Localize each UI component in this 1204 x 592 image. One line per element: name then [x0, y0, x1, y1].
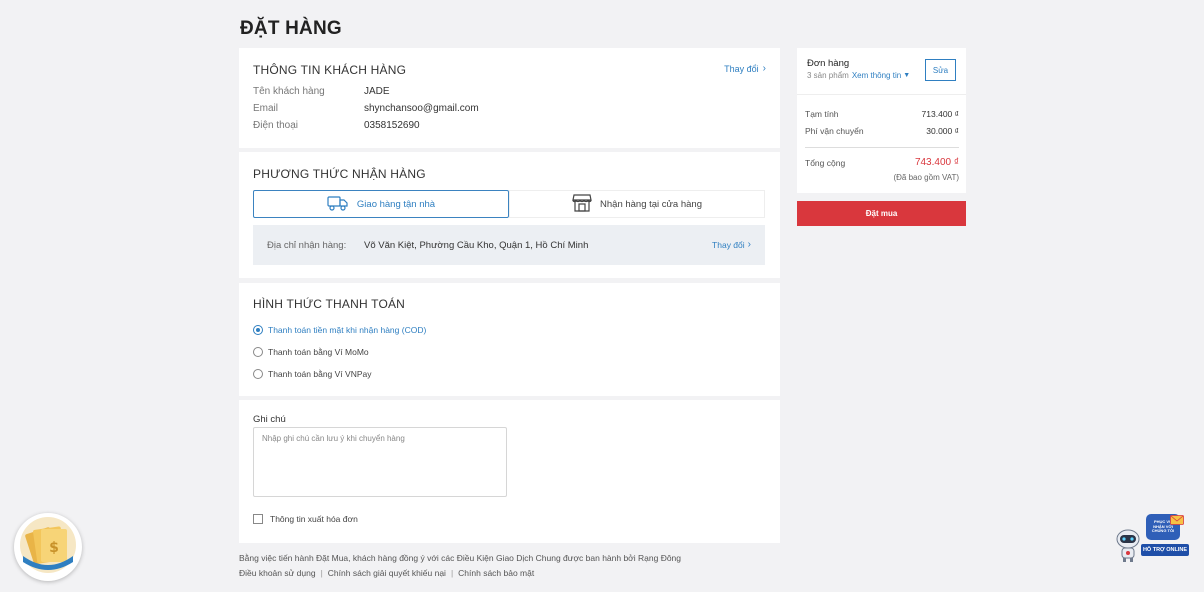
customer-name-value: JADE — [364, 86, 390, 97]
mail-icon — [1170, 512, 1184, 530]
payment-option-momo[interactable]: Thanh toán bằng Ví MoMo — [253, 341, 426, 363]
subtotal-label: Tạm tính — [805, 109, 839, 119]
subtotal-value: 713.400 ₫ — [921, 109, 959, 119]
payment-option-cod-label: Thanh toán tiền mặt khi nhận hàng (COD) — [268, 325, 427, 335]
customer-email-value: shynchansoo@gmail.com — [364, 103, 479, 114]
note-input[interactable] — [253, 427, 507, 497]
customer-name-row: Tên khách hàng JADE — [253, 83, 479, 100]
total-value: 743.400 ₫ — [914, 157, 959, 168]
terms-link[interactable]: Điều khoản sử dụng — [239, 568, 316, 578]
payment-option-vnpay[interactable]: Thanh toán bằng Ví VNPay — [253, 363, 426, 385]
vat-note: (Đã bao gồm VAT) — [893, 173, 959, 182]
radio-button[interactable] — [253, 369, 263, 379]
edit-order-button[interactable]: Sửa — [925, 59, 956, 81]
privacy-policy-link[interactable]: Chính sách bảo mật — [458, 568, 534, 578]
invoice-checkbox[interactable] — [253, 514, 263, 524]
delivery-title: PHƯƠNG THỨC NHẬN HÀNG — [253, 167, 426, 181]
agreement-text: Bằng việc tiến hành Đặt Mua, khách hàng … — [239, 553, 682, 563]
customer-phone-label: Điện thoại — [253, 120, 299, 131]
payment-option-vnpay-label: Thanh toán bằng Ví VNPay — [268, 369, 372, 379]
payment-option-cod[interactable]: Thanh toán tiền mặt khi nhận hàng (COD) — [253, 319, 426, 341]
shipping-row: Phí vận chuyển 30.000 ₫ — [805, 126, 959, 136]
place-order-button[interactable]: Đặt mua — [797, 201, 966, 226]
customer-change-label: Thay đổi — [724, 64, 759, 74]
invoice-label: Thông tin xuất hóa đơn — [270, 514, 358, 524]
coupon-icon: $ — [19, 516, 77, 579]
customer-info-title: THÔNG TIN KHÁCH HÀNG — [253, 63, 407, 77]
promo-coupon-widget[interactable]: $ — [14, 513, 82, 581]
total-row: Tổng cộng 743.400 ₫ — [805, 157, 959, 168]
divider — [805, 147, 959, 148]
product-count: 3 sản phẩm — [807, 71, 849, 80]
shipping-value: 30.000 ₫ — [926, 126, 959, 136]
separator: | — [320, 568, 323, 578]
invoice-checkbox-row[interactable]: Thông tin xuất hóa đơn — [253, 514, 358, 524]
customer-email-label: Email — [253, 103, 279, 114]
customer-phone-value: 0358152690 — [364, 120, 420, 131]
payment-option-momo-label: Thanh toán bằng Ví MoMo — [268, 347, 369, 357]
divider — [797, 94, 966, 95]
support-label: HỖ TRỢ ONLINE — [1141, 544, 1189, 556]
footer-links: Điều khoản sử dụng | Chính sách giải quy… — [239, 568, 534, 578]
view-info-link[interactable]: Xem thông tin ▼ — [852, 71, 910, 80]
delivery-address-value: Võ Văn Kiệt, Phường Cầu Kho, Quận 1, Hồ … — [364, 239, 589, 251]
payment-title: HÌNH THỨC THANH TOÁN — [253, 297, 406, 311]
customer-phone-row: Điện thoại 0358152690 — [253, 117, 479, 134]
view-info-label: Xem thông tin — [851, 71, 902, 80]
delivery-address-box: Địa chỉ nhận hàng: Võ Văn Kiệt, Phường C… — [253, 225, 765, 265]
customer-info-section: THÔNG TIN KHÁCH HÀNG Thay đổi › Tên khác… — [239, 48, 780, 148]
note-title: Ghi chú — [253, 414, 286, 425]
note-section: Ghi chú Thông tin xuất hóa đơn — [239, 400, 780, 543]
delivery-section: PHƯƠNG THỨC NHẬN HÀNG Giao hàng tận nhà — [239, 152, 780, 278]
delivery-tab-home-label: Giao hàng tận nhà — [356, 198, 436, 210]
total-label: Tổng cộng — [805, 157, 846, 168]
radio-button[interactable] — [253, 347, 263, 357]
online-support-widget[interactable]: PHỤC VỤ NHẬN VỚI CHÚNG TÔI HỖ TRỢ ONLINE — [1113, 512, 1193, 564]
order-summary: Đơn hàng 3 sản phẩm Xem thông tin ▼ Sửa … — [797, 48, 966, 193]
robot-icon — [1113, 528, 1143, 567]
chevron-right-icon: › — [762, 63, 766, 74]
delivery-tab-store-label: Nhận hàng tại cửa hàng — [600, 198, 702, 210]
delivery-change-label: Thay đổi — [712, 240, 745, 250]
shipping-label: Phí vận chuyển — [805, 126, 864, 136]
customer-name-label: Tên khách hàng — [253, 86, 325, 97]
separator: | — [450, 568, 454, 578]
delivery-address-label: Địa chỉ nhận hàng: — [267, 239, 347, 251]
truck-icon — [327, 195, 349, 214]
customer-change-link[interactable]: Thay đổi › — [724, 63, 766, 75]
caret-down-icon: ▼ — [903, 72, 911, 79]
chevron-right-icon: › — [747, 239, 751, 250]
customer-email-row: Email shynchansoo@gmail.com — [253, 100, 479, 117]
svg-text:$: $ — [49, 540, 59, 556]
delivery-change-link[interactable]: Thay đổi › — [712, 239, 751, 251]
delivery-tab-home[interactable]: Giao hàng tận nhà — [253, 190, 509, 218]
radio-button-selected[interactable] — [253, 325, 263, 335]
page-title: ĐẶT HÀNG — [240, 18, 342, 39]
delivery-tab-store[interactable]: Nhận hàng tại cửa hàng — [509, 190, 765, 218]
complaint-policy-link[interactable]: Chính sách giải quyết khiếu nại — [328, 568, 446, 578]
order-summary-title: Đơn hàng — [807, 58, 850, 69]
store-icon — [572, 193, 592, 215]
subtotal-row: Tạm tính 713.400 ₫ — [805, 109, 959, 119]
payment-section: HÌNH THỨC THANH TOÁN Thanh toán tiền mặt… — [239, 283, 780, 396]
